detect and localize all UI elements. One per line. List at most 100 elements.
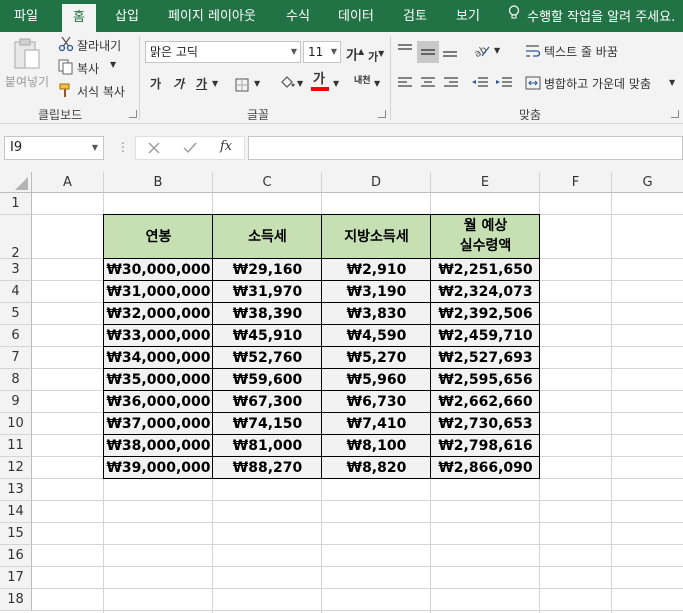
table-data-cell[interactable]: ₩2,866,090 xyxy=(431,457,540,479)
table-data-cell[interactable]: ₩4,590 xyxy=(322,325,431,347)
table-data-cell[interactable]: ₩2,251,650 xyxy=(431,259,540,281)
alignment-dialog-launcher-icon[interactable] xyxy=(671,110,679,118)
font-name-combo[interactable]: 맑은 고딕 ▼ xyxy=(145,41,301,63)
font-size-combo[interactable]: 11 ▼ xyxy=(303,41,341,63)
table-data-cell[interactable]: ₩36,000,000 xyxy=(104,391,213,413)
table-data-cell[interactable]: ₩45,910 xyxy=(213,325,322,347)
column-header-b[interactable]: B xyxy=(104,172,213,193)
row-header-8[interactable]: 8 xyxy=(0,369,32,391)
grow-font-button[interactable]: 가▲ xyxy=(346,44,364,64)
row-header-15[interactable]: 15 xyxy=(0,523,32,545)
align-left-button[interactable] xyxy=(396,74,414,96)
formula-input[interactable] xyxy=(248,136,683,160)
phonetic-dropdown-icon[interactable]: ▼ xyxy=(374,79,380,88)
bold-button[interactable]: 가 xyxy=(150,76,161,92)
italic-button[interactable]: 가 xyxy=(173,76,184,92)
table-data-cell[interactable]: ₩2,662,660 xyxy=(431,391,540,413)
tab-page-layout[interactable]: 페이지 레이아웃 xyxy=(168,0,256,32)
tab-file[interactable]: 파일 xyxy=(14,0,38,32)
fill-color-button[interactable] xyxy=(279,75,295,95)
underline-dropdown-icon[interactable]: ▼ xyxy=(212,79,218,88)
table-data-cell[interactable]: ₩52,760 xyxy=(213,347,322,369)
table-data-cell[interactable]: ₩7,410 xyxy=(322,413,431,435)
borders-dropdown-icon[interactable]: ▼ xyxy=(254,79,260,88)
column-header-a[interactable]: A xyxy=(32,172,104,193)
row-header-10[interactable]: 10 xyxy=(0,413,32,435)
row-header-3[interactable]: 3 xyxy=(0,259,32,281)
row-header-13[interactable]: 13 xyxy=(0,479,32,501)
table-data-cell[interactable]: ₩34,000,000 xyxy=(104,347,213,369)
table-data-cell[interactable]: ₩33,000,000 xyxy=(104,325,213,347)
table-data-cell[interactable]: ₩38,390 xyxy=(213,303,322,325)
table-data-cell[interactable]: ₩2,324,073 xyxy=(431,281,540,303)
table-data-cell[interactable]: ₩59,600 xyxy=(213,369,322,391)
row-header-18[interactable]: 18 xyxy=(0,589,32,611)
column-header-e[interactable]: E xyxy=(431,172,540,193)
table-data-cell[interactable]: ₩31,970 xyxy=(213,281,322,303)
row-header-2[interactable]: 2 xyxy=(0,215,32,261)
enter-icon[interactable] xyxy=(182,140,198,159)
table-data-cell[interactable]: ₩35,000,000 xyxy=(104,369,213,391)
align-middle-button[interactable] xyxy=(417,41,439,63)
tab-insert[interactable]: 삽입 xyxy=(115,0,139,32)
table-data-cell[interactable]: ₩8,100 xyxy=(322,435,431,457)
column-header-d[interactable]: D xyxy=(322,172,431,193)
copy-dropdown-icon[interactable]: ▼ xyxy=(110,60,116,69)
table-data-cell[interactable]: ₩37,000,000 xyxy=(104,413,213,435)
orientation-dropdown-icon[interactable]: ▼ xyxy=(494,46,500,55)
table-data-cell[interactable]: ₩32,000,000 xyxy=(104,303,213,325)
row-header-6[interactable]: 6 xyxy=(0,325,32,347)
table-data-cell[interactable]: ₩31,000,000 xyxy=(104,281,213,303)
column-header-f[interactable]: F xyxy=(540,172,612,193)
column-header-g[interactable]: G xyxy=(612,172,683,193)
tab-home[interactable]: 홈 xyxy=(62,4,96,32)
cancel-icon[interactable] xyxy=(147,140,161,159)
increase-indent-button[interactable] xyxy=(494,74,514,96)
select-all-button[interactable] xyxy=(0,172,32,193)
fill-color-dropdown-icon[interactable]: ▼ xyxy=(297,79,303,88)
font-dialog-launcher-icon[interactable] xyxy=(378,110,386,118)
table-data-cell[interactable]: ₩5,270 xyxy=(322,347,431,369)
row-header-7[interactable]: 7 xyxy=(0,347,32,369)
tab-formulas[interactable]: 수식 xyxy=(286,0,310,32)
row-header-12[interactable]: 12 xyxy=(0,457,32,479)
borders-button[interactable] xyxy=(235,77,249,96)
tab-data[interactable]: 데이터 xyxy=(338,0,374,32)
row-header-16[interactable]: 16 xyxy=(0,545,32,567)
column-header-c[interactable]: C xyxy=(213,172,322,193)
table-data-cell[interactable]: ₩30,000,000 xyxy=(104,259,213,281)
paste-button[interactable]: 붙여넣기 xyxy=(4,36,50,100)
table-data-cell[interactable]: ₩38,000,000 xyxy=(104,435,213,457)
decrease-indent-button[interactable] xyxy=(470,74,490,96)
align-right-button[interactable] xyxy=(442,74,460,96)
table-data-cell[interactable]: ₩2,527,693 xyxy=(431,347,540,369)
align-top-button[interactable] xyxy=(396,41,416,61)
table-data-cell[interactable]: ₩8,820 xyxy=(322,457,431,479)
align-center-button[interactable] xyxy=(419,74,437,96)
table-data-cell[interactable]: ₩3,190 xyxy=(322,281,431,303)
underline-button[interactable]: 가 xyxy=(196,76,207,92)
table-data-cell[interactable]: ₩88,270 xyxy=(213,457,322,479)
table-data-cell[interactable]: ₩67,300 xyxy=(213,391,322,413)
phonetic-button[interactable]: 내천 xyxy=(354,73,371,89)
table-data-cell[interactable]: ₩39,000,000 xyxy=(104,457,213,479)
name-box[interactable]: I9 ▼ xyxy=(4,136,104,160)
table-data-cell[interactable]: ₩29,160 xyxy=(213,259,322,281)
table-data-cell[interactable]: ₩2,392,506 xyxy=(431,303,540,325)
table-data-cell[interactable]: ₩81,000 xyxy=(213,435,322,457)
align-bottom-button[interactable] xyxy=(441,41,461,61)
table-data-cell[interactable]: ₩5,960 xyxy=(322,369,431,391)
row-header-17[interactable]: 17 xyxy=(0,567,32,589)
tab-review[interactable]: 검토 xyxy=(403,0,427,32)
row-header-5[interactable]: 5 xyxy=(0,303,32,325)
clipboard-dialog-launcher-icon[interactable] xyxy=(129,110,137,118)
row-header-1[interactable]: 1 xyxy=(0,193,32,215)
insert-function-icon[interactable]: fx xyxy=(220,139,232,154)
table-data-cell[interactable]: ₩2,730,653 xyxy=(431,413,540,435)
merge-center-dropdown-icon[interactable]: ▼ xyxy=(669,78,675,87)
table-data-cell[interactable]: ₩2,798,616 xyxy=(431,435,540,457)
table-data-cell[interactable]: ₩74,150 xyxy=(213,413,322,435)
table-data-cell[interactable]: ₩2,595,656 xyxy=(431,369,540,391)
orientation-button[interactable]: ab xyxy=(472,41,492,63)
tell-me-box[interactable]: 수행할 작업을 알려 주세요. xyxy=(508,0,675,32)
